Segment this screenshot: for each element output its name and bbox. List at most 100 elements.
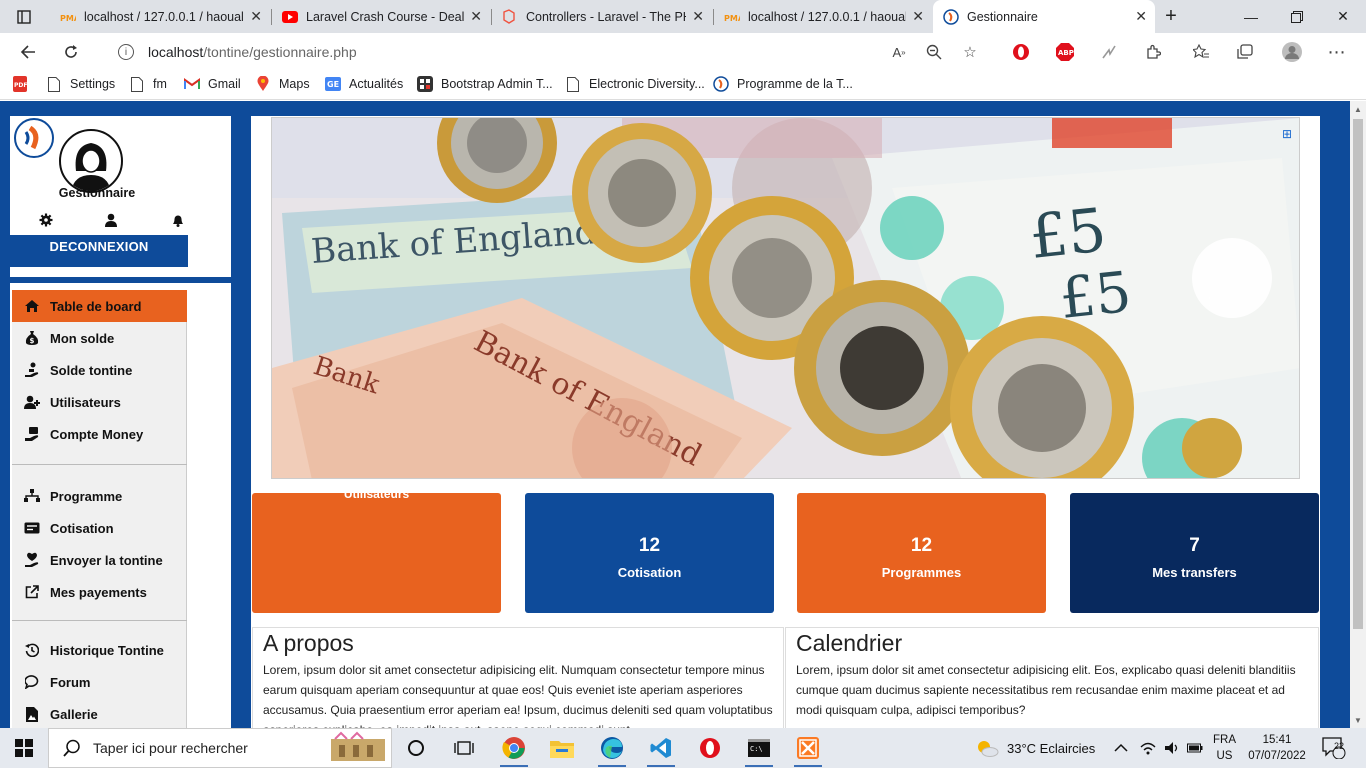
taskbar-search[interactable]: Taper ici pour rechercher <box>48 728 392 768</box>
tab-gestionnaire[interactable]: Gestionnaire ✕ <box>933 0 1155 33</box>
adblock-icon[interactable]: ABP <box>1054 41 1076 63</box>
restore-button[interactable] <box>1274 0 1320 33</box>
scroll-up-icon[interactable]: ▲ <box>1350 101 1366 117</box>
scroll-down-icon[interactable]: ▼ <box>1350 712 1366 728</box>
close-icon[interactable]: ✕ <box>470 8 482 25</box>
notifications-icon[interactable]: 22 <box>1322 728 1346 768</box>
info-icon[interactable]: i <box>118 44 134 60</box>
sidebar-item-solde-tontine[interactable]: Solde tontine <box>12 354 187 386</box>
phpmyadmin-icon: PMA <box>60 9 76 25</box>
sidebar-item-envoyer-tontine[interactable]: Envoyer la tontine <box>12 544 187 576</box>
language-code: FRA <box>1213 734 1236 746</box>
scrollbar-thumb[interactable] <box>1353 119 1363 629</box>
page-icon <box>46 76 62 92</box>
battery-icon[interactable] <box>1187 728 1203 768</box>
card-transfers[interactable]: 7 Mes transfers <box>1070 493 1319 613</box>
calendar-text: Lorem, ipsum dolor sit amet consectetur … <box>796 663 1296 717</box>
favorite-star-icon[interactable]: ☆ <box>959 41 981 63</box>
extension-lines-icon[interactable] <box>1098 41 1120 63</box>
money-carousel-image: Bank of England Bank of England Bank £5 … <box>272 118 1299 478</box>
terminal-icon[interactable]: C:\ <box>735 728 783 768</box>
user-avatar[interactable] <box>59 129 123 193</box>
svg-text:£5: £5 <box>1026 195 1109 273</box>
favorites-list-icon[interactable] <box>1190 41 1212 63</box>
phpmyadmin-icon: PMA <box>724 9 740 25</box>
new-tab-button[interactable]: + <box>1148 0 1194 33</box>
clock-time: 15:41 <box>1262 734 1292 746</box>
sidebar-item-mon-solde[interactable]: $ Mon solde <box>12 322 187 354</box>
chrome-icon[interactable] <box>490 728 538 768</box>
opera-taskbar-icon[interactable] <box>686 728 734 768</box>
clock[interactable]: 15:41 07/07/2022 <box>1248 728 1306 768</box>
weather-widget[interactable]: 33°C Eclaircies <box>975 728 1095 768</box>
xampp-icon[interactable] <box>784 728 832 768</box>
card-cotisation[interactable]: 12 Cotisation <box>525 493 774 613</box>
volume-icon[interactable] <box>1164 728 1180 768</box>
tab-phpmyadmin-2[interactable]: PMA localhost / 127.0.0.1 / haouali ✕ <box>714 0 932 33</box>
pdf-bookmark[interactable]: PDF <box>12 76 36 92</box>
language-indicator[interactable]: FRA US <box>1213 728 1236 768</box>
close-icon[interactable]: ✕ <box>1135 8 1147 25</box>
file-explorer-icon[interactable] <box>538 728 586 768</box>
zoom-out-icon[interactable] <box>923 41 945 63</box>
sidebar-item-historique[interactable]: Historique Tontine <box>12 634 187 666</box>
sidebar-item-cotisation[interactable]: Cotisation <box>12 512 187 544</box>
refresh-icon[interactable] <box>58 39 84 65</box>
close-icon[interactable]: ✕ <box>912 8 924 25</box>
url-bar[interactable]: i localhost/tontine/gestionnaire.php <box>100 37 993 67</box>
sidebar-item-forum[interactable]: Forum <box>12 666 187 698</box>
page-scrollbar[interactable]: ▲ ▼ <box>1350 101 1366 728</box>
money-bag-icon: $ <box>24 330 40 346</box>
card-value: 12 <box>910 535 933 556</box>
sidebar-item-programme[interactable]: Programme <box>12 480 187 512</box>
tray-chevron-icon[interactable] <box>1114 728 1128 768</box>
card-programmes[interactable]: 12 Programmes <box>797 493 1046 613</box>
cortana-icon[interactable] <box>392 728 440 768</box>
windows-start-icon[interactable] <box>0 728 48 768</box>
back-arrow-icon[interactable] <box>15 39 41 65</box>
bell-icon[interactable] <box>170 212 186 228</box>
profile-avatar-icon[interactable] <box>1281 41 1303 63</box>
vscode-icon[interactable] <box>637 728 685 768</box>
gear-icon[interactable] <box>38 212 54 228</box>
sidebar-item-dashboard[interactable]: Table de board <box>12 290 187 322</box>
close-icon[interactable]: ✕ <box>692 8 704 25</box>
card-label: Cotisation <box>617 565 682 580</box>
close-icon[interactable]: ✕ <box>250 8 262 25</box>
bookmark-bootstrap[interactable]: Bootstrap Admin T... <box>417 76 553 92</box>
bookmark-programme[interactable]: Programme de la T... <box>713 76 853 92</box>
tab-actions-icon[interactable] <box>0 0 48 33</box>
task-view-icon[interactable] <box>440 728 488 768</box>
tab-laravel[interactable]: Controllers - Laravel - The PH ✕ <box>492 0 712 33</box>
extensions-puzzle-icon[interactable] <box>1142 41 1164 63</box>
sidebar-item-compte-money[interactable]: Compte Money <box>12 418 187 450</box>
about-text: Lorem, ipsum dolor sit amet consectetur … <box>263 663 773 728</box>
site-logo[interactable] <box>14 118 54 158</box>
tab-youtube[interactable]: Laravel Crash Course - Dealing ✕ <box>272 0 490 33</box>
bookmark-fm[interactable]: fm <box>129 76 167 92</box>
opera-icon[interactable] <box>1010 41 1032 63</box>
svg-text:GE: GE <box>327 80 339 89</box>
user-icon[interactable] <box>103 212 119 228</box>
close-window-button[interactable]: ✕ <box>1320 0 1366 33</box>
more-menu-icon[interactable]: ⋯ <box>1326 41 1348 63</box>
logout-button[interactable]: DECONNEXION <box>10 235 188 267</box>
tab-phpmyadmin-1[interactable]: PMA localhost / 127.0.0.1 / haouali ✕ <box>50 0 270 33</box>
card-utilisateurs[interactable]: Utilisateurs <box>252 487 501 613</box>
network-icon[interactable] <box>1140 728 1156 768</box>
bookmark-gmail[interactable]: Gmail <box>184 76 241 92</box>
chat-icon <box>24 674 40 690</box>
minimize-button[interactable]: — <box>1228 0 1274 33</box>
bookmark-actualites[interactable]: GE Actualités <box>325 76 403 92</box>
collections-icon[interactable] <box>1234 41 1256 63</box>
bookmark-maps[interactable]: Maps <box>255 76 310 92</box>
page-icon <box>565 76 581 92</box>
read-aloud-icon[interactable]: A» <box>888 41 910 63</box>
bookmark-electronic-diversity[interactable]: Electronic Diversity... <box>565 76 705 92</box>
sidebar-item-mes-payements[interactable]: Mes payements <box>12 576 187 608</box>
edge-icon[interactable] <box>588 728 636 768</box>
sidebar-item-utilisateurs[interactable]: Utilisateurs <box>12 386 187 418</box>
bookmark-settings[interactable]: Settings <box>46 76 115 92</box>
card-label: Mes transfers <box>1152 565 1237 580</box>
sidebar-item-gallerie[interactable]: Gallerie <box>12 698 187 728</box>
